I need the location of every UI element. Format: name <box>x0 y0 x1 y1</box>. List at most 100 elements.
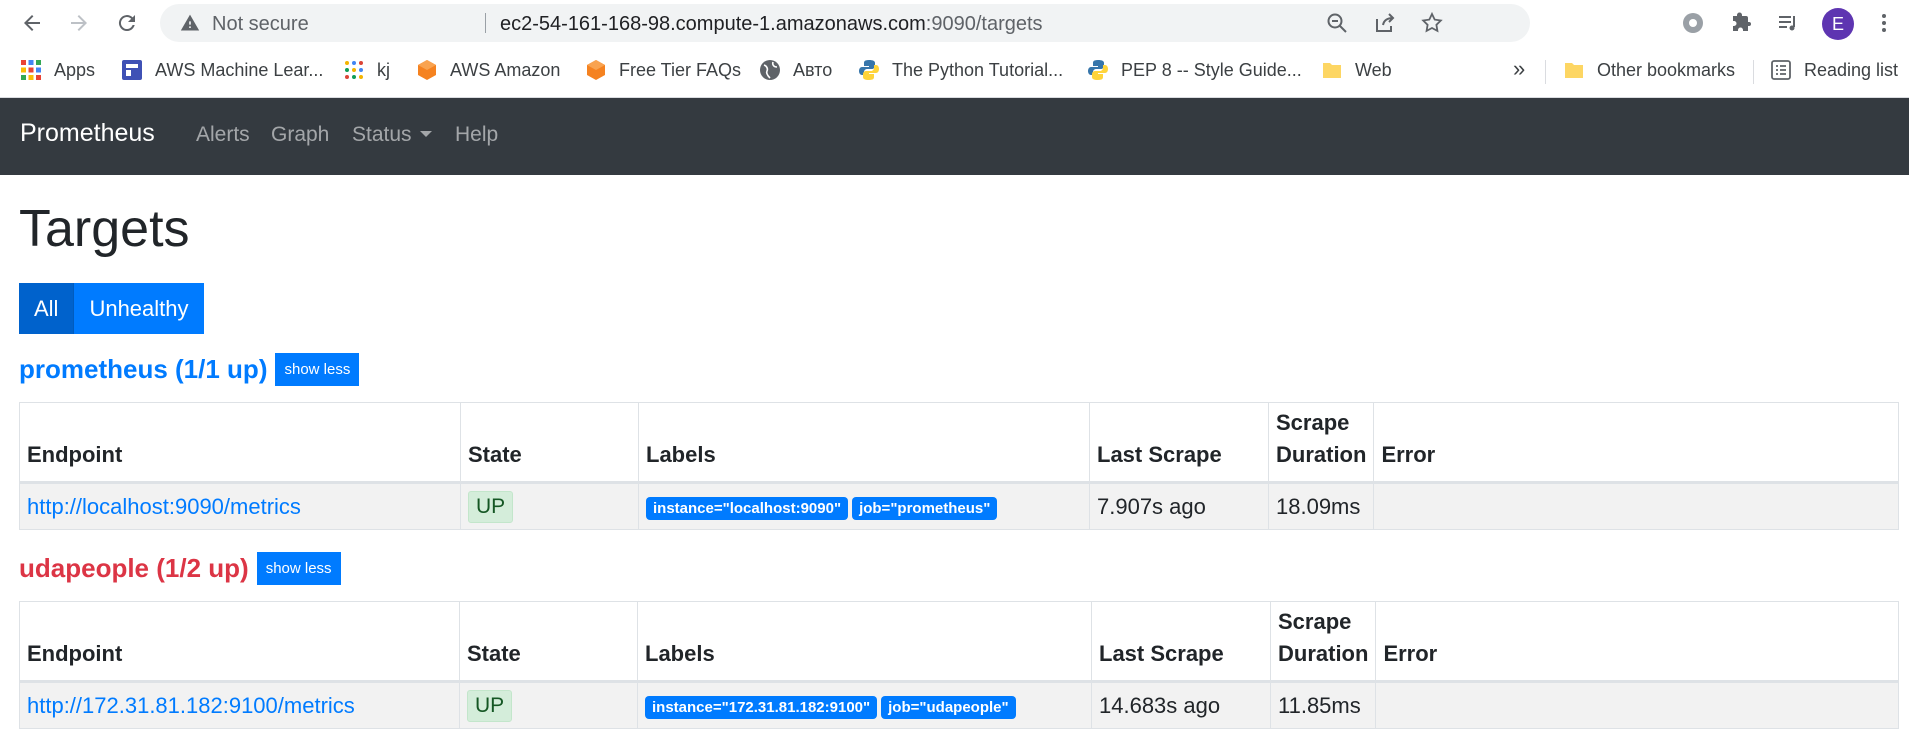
table-row: http://localhost:9090/metrics UP instanc… <box>19 482 1899 530</box>
column-header: Labels <box>638 402 1090 484</box>
bookmark-other[interactable]: Other bookmarks <box>1563 57 1735 83</box>
state-badge: UP <box>468 490 514 523</box>
filter-unhealthy-button[interactable]: Unhealthy <box>74 283 204 334</box>
bookmark-star-icon[interactable] <box>1420 11 1444 35</box>
not-secure-label[interactable]: Not secure <box>212 13 309 36</box>
warning-icon <box>180 14 200 31</box>
bookmark-kj[interactable]: kj <box>343 57 390 83</box>
omnibox-divider <box>485 13 486 33</box>
bookmark-apps[interactable]: Apps <box>20 57 95 83</box>
job-title[interactable]: prometheus (1/1 up) <box>19 354 267 385</box>
error-cell <box>1375 681 1899 729</box>
bookmark-aws-amazon[interactable]: AWS Amazon <box>416 57 560 83</box>
show-less-button[interactable]: show less <box>275 353 360 386</box>
back-arrow-icon <box>24 15 40 31</box>
bookmarks-overflow-button[interactable]: » <box>1513 56 1525 82</box>
bookmark-label: Apps <box>54 59 96 80</box>
more-vert-icon[interactable] <box>1872 11 1896 35</box>
prometheus-navbar: Prometheus Alerts Graph Status Help <box>0 98 1909 175</box>
nav-status-label: Status <box>352 123 412 146</box>
apps-grid-icon <box>21 60 41 80</box>
bookmark-label: AWS Machine Lear... <box>155 59 324 80</box>
bookmarks-divider <box>1753 60 1754 84</box>
table-header-row: Endpoint State Labels Last Scrape Scrape… <box>19 601 1899 683</box>
bookmark-free-tier[interactable]: Free Tier FAQs <box>585 57 741 83</box>
bookmark-web-folder[interactable]: Web <box>1321 57 1392 83</box>
share-icon[interactable] <box>1373 11 1397 35</box>
column-header: Labels <box>637 601 1092 683</box>
scrape-duration-cell: 18.09ms <box>1267 482 1375 530</box>
show-less-button[interactable]: show less <box>256 552 341 585</box>
column-header: Error <box>1375 601 1899 683</box>
reading-list-button[interactable]: Reading list <box>1770 57 1898 83</box>
label-badge: instance="172.31.81.182:9100" <box>645 696 878 719</box>
targets-table: Endpoint State Labels Last Scrape Scrape… <box>19 402 1899 530</box>
profile-avatar[interactable]: E <box>1822 8 1854 40</box>
url-host: ec2-54-161-168-98.compute-1.amazonaws.co… <box>500 13 926 35</box>
nav-status[interactable]: Status <box>352 123 432 147</box>
bookmark-label: Авто <box>793 59 833 80</box>
filter-all-button[interactable]: All <box>19 283 75 334</box>
globe-icon <box>760 60 780 80</box>
reload-button[interactable] <box>107 3 147 43</box>
nav-help[interactable]: Help <box>455 123 498 147</box>
column-header: Last Scrape <box>1089 402 1269 484</box>
bookmark-label: The Python Tutorial... <box>892 59 1064 80</box>
target-filter-group: All Unhealthy <box>19 283 204 334</box>
reload-icon <box>118 15 135 32</box>
python-icon <box>859 60 879 80</box>
last-scrape-cell: 14.683s ago <box>1091 681 1271 729</box>
table-row: http://172.31.81.182:9100/metrics UP ins… <box>19 681 1899 729</box>
column-header: Scrape Duration <box>1267 402 1375 484</box>
address-bar[interactable]: Not secure ec2-54-161-168-98.compute-1.a… <box>160 4 1530 42</box>
folder-icon <box>1565 63 1583 78</box>
last-scrape-cell: 7.907s ago <box>1089 482 1269 530</box>
zoom-icon[interactable] <box>1325 11 1349 35</box>
error-cell <box>1373 482 1899 530</box>
scrape-duration-cell: 11.85ms <box>1269 681 1377 729</box>
bookmark-label: Web <box>1355 59 1392 80</box>
job-header: prometheus (1/1 up) show less <box>19 353 360 386</box>
back-button[interactable] <box>12 3 52 43</box>
column-header: Last Scrape <box>1091 601 1271 683</box>
column-header: State <box>460 402 639 484</box>
bookmarks-bar: Apps AWS Machine Lear... kj AWS Amazon F… <box>0 46 1909 98</box>
label-badge: instance="localhost:9090" <box>646 497 849 520</box>
url-text[interactable]: ec2-54-161-168-98.compute-1.amazonaws.co… <box>500 13 1043 36</box>
reading-list-label: Reading list <box>1804 59 1899 80</box>
endpoint-link[interactable]: http://172.31.81.182:9100/metrics <box>27 693 355 718</box>
state-badge: UP <box>467 689 513 722</box>
bookmark-avto[interactable]: Авто <box>759 57 832 83</box>
bookmark-python-tutorial[interactable]: The Python Tutorial... <box>858 57 1063 83</box>
bookmark-label: Free Tier FAQs <box>619 59 742 80</box>
column-header: Scrape Duration <box>1269 601 1377 683</box>
nav-graph[interactable]: Graph <box>271 123 329 147</box>
dropdown-caret-icon <box>419 130 432 137</box>
column-header: Endpoint <box>19 402 461 484</box>
forward-button[interactable] <box>59 3 99 43</box>
bookmarks-divider <box>1545 60 1546 84</box>
bookmark-aws-ml[interactable]: AWS Machine Lear... <box>121 57 323 83</box>
forward-arrow-icon <box>71 15 87 31</box>
url-path: :9090/targets <box>925 13 1043 35</box>
endpoint-link[interactable]: http://localhost:9090/metrics <box>27 494 301 519</box>
bookmark-label: Other bookmarks <box>1597 59 1736 80</box>
dots-icon <box>345 61 363 79</box>
extension-circle-icon[interactable] <box>1681 11 1705 35</box>
extensions-puzzle-icon[interactable] <box>1729 11 1753 35</box>
aws-hex-icon <box>418 60 436 80</box>
browser-toolbar: Not secure ec2-54-161-168-98.compute-1.a… <box>0 0 1909 46</box>
aws-ml-icon <box>122 60 142 80</box>
column-header: State <box>459 601 638 683</box>
bookmark-label: AWS Amazon <box>450 59 561 80</box>
python-icon <box>1088 60 1108 80</box>
navbar-brand[interactable]: Prometheus <box>20 119 155 148</box>
job-title[interactable]: udapeople (1/2 up) <box>19 553 249 584</box>
media-queue-icon[interactable] <box>1776 11 1800 35</box>
nav-alerts[interactable]: Alerts <box>196 123 250 147</box>
bookmark-pep8[interactable]: PEP 8 -- Style Guide... <box>1087 57 1302 83</box>
bookmark-label: kj <box>377 59 390 80</box>
reading-list-icon <box>1771 60 1791 80</box>
table-header-row: Endpoint State Labels Last Scrape Scrape… <box>19 402 1899 484</box>
job-header: udapeople (1/2 up) show less <box>19 552 341 585</box>
